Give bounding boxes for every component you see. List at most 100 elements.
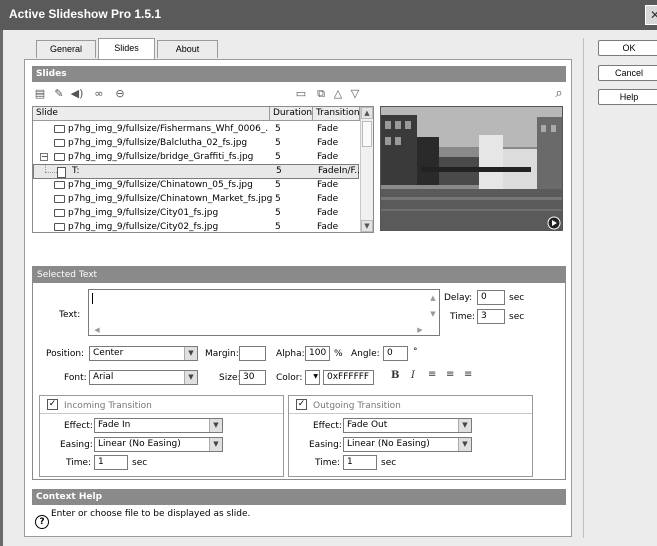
scroll-down-icon[interactable]: ▼: [361, 220, 373, 232]
folder-icon: [54, 223, 65, 231]
chevron-down-icon: ▼: [458, 438, 471, 451]
move-up-icon[interactable]: △: [330, 86, 346, 102]
font-select[interactable]: Arial ▼: [89, 370, 198, 385]
list-scrollbar[interactable]: ▲ ▼: [360, 107, 373, 232]
text-area[interactable]: ▲ ▼ ◀ ▶: [88, 289, 440, 336]
sound-icon[interactable]: ◀): [69, 86, 85, 102]
slide-duration: 5: [275, 138, 281, 148]
table-row[interactable]: p7hg_img_9/fullsize/Chinatown_Market_fs.…: [33, 192, 359, 206]
folder-icon: [54, 195, 65, 203]
color-picker-icon: ▼: [313, 373, 318, 380]
incoming-easing-select[interactable]: Linear (No Easing) ▼: [94, 437, 223, 452]
edit-icon[interactable]: ✎: [51, 86, 67, 102]
outgoing-easing-select[interactable]: Linear (No Easing) ▼: [343, 437, 472, 452]
text-scroll-right-icon[interactable]: ▶: [415, 324, 425, 334]
position-value: Center: [93, 348, 124, 358]
tree-line: [45, 165, 46, 172]
table-row[interactable]: p7hg_img_9/fullsize/City02_fs.jpg 5 Fade: [33, 220, 359, 232]
scroll-up-icon[interactable]: ▲: [361, 107, 373, 119]
cancel-button[interactable]: Cancel: [598, 65, 657, 81]
slide-list[interactable]: Slide Duration Transition p7hg_img_9/ful…: [32, 106, 374, 233]
ok-button[interactable]: OK: [598, 40, 657, 56]
outgoing-effect-select[interactable]: Fade Out ▼: [343, 418, 472, 433]
text-scroll-down-icon[interactable]: ▼: [428, 308, 438, 318]
tree-line: [45, 172, 57, 173]
move-down-icon[interactable]: ▽: [347, 86, 363, 102]
folder-icon: [54, 125, 65, 133]
alpha-input[interactable]: 100: [305, 346, 330, 361]
help-button[interactable]: Help: [598, 89, 657, 105]
size-input[interactable]: 30: [239, 370, 266, 385]
selected-text-panel: Selected Text Text: ▲ ▼ ◀ ▶ Delay: 0 sec…: [32, 266, 566, 480]
column-slide[interactable]: Slide: [33, 107, 270, 120]
slide-duration: 5: [275, 222, 281, 232]
table-row[interactable]: p7hg_img_9/fullsize/Chinatown_05_fs.jpg …: [33, 178, 359, 192]
italic-button[interactable]: I: [411, 370, 415, 381]
text-cursor: [92, 293, 93, 304]
outgoing-time-label: Time:: [315, 458, 341, 468]
angle-label: Angle:: [351, 349, 380, 359]
list-header: Slide Duration Transition: [33, 107, 373, 121]
slide-transition: Fade: [317, 180, 339, 190]
size-label: Size:: [219, 373, 241, 383]
margin-input[interactable]: [239, 346, 266, 361]
slide-transition: Fade: [317, 222, 339, 232]
context-help-text: Enter or choose file to be displayed as …: [51, 509, 251, 519]
folder-icon: [54, 153, 65, 161]
color-input[interactable]: 0xFFFFFF: [323, 370, 374, 385]
table-row[interactable]: − p7hg_img_9/fullsize/bridge_Graffiti_fs…: [33, 150, 359, 164]
slide-name: p7hg_img_9/fullsize/bridge_Graffiti_fs.j…: [68, 152, 254, 162]
slide-transition: Fade: [317, 208, 339, 218]
angle-input[interactable]: 0: [383, 346, 408, 361]
color-swatch[interactable]: ▼: [305, 370, 320, 385]
incoming-time-input[interactable]: 1: [94, 455, 128, 470]
preview-photo: [381, 107, 562, 230]
link-icon[interactable]: ∞: [91, 86, 107, 102]
delay-input[interactable]: 0: [477, 290, 505, 305]
add-slide-icon[interactable]: ▤: [32, 86, 48, 102]
slide-duration: 5: [275, 152, 281, 162]
scroll-thumb[interactable]: [362, 121, 372, 147]
incoming-time-unit: sec: [132, 458, 148, 468]
column-duration[interactable]: Duration: [270, 107, 313, 120]
table-row[interactable]: p7hg_img_9/fullsize/Balclutha_02_fs.jpg …: [33, 136, 359, 150]
slide-duration: 5: [275, 124, 281, 134]
table-row[interactable]: p7hg_img_9/fullsize/Fishermans_Whf_0006_…: [33, 122, 359, 136]
remove-icon[interactable]: ⊖: [112, 86, 128, 102]
slide-transition: Fade: [317, 124, 339, 134]
align-center-icon[interactable]: ≡: [446, 369, 454, 380]
slide-transition: Fade: [317, 138, 339, 148]
chevron-down-icon: ▼: [458, 419, 471, 432]
folder-icon[interactable]: ▭: [293, 86, 309, 102]
column-transition[interactable]: Transition: [313, 107, 360, 120]
table-row-selected[interactable]: T: 5 FadeIn/F...: [33, 164, 363, 179]
incoming-checkbox[interactable]: ✓: [47, 399, 58, 410]
tab-general[interactable]: General: [36, 40, 96, 58]
margin-label: Margin:: [205, 349, 239, 359]
time-unit: sec: [509, 312, 525, 322]
align-left-icon[interactable]: ≡: [428, 369, 436, 380]
position-select[interactable]: Center ▼: [89, 346, 198, 361]
tab-about[interactable]: About: [157, 40, 218, 58]
slide-preview-image: [380, 106, 563, 231]
text-scroll-up-icon[interactable]: ▲: [428, 292, 438, 302]
alpha-unit: %: [334, 349, 343, 359]
slide-name: p7hg_img_9/fullsize/City02_fs.jpg: [68, 222, 219, 232]
tab-slides[interactable]: Slides: [98, 38, 155, 59]
slide-name: p7hg_img_9/fullsize/City01_fs.jpg: [68, 208, 219, 218]
slide-transition: Fade: [317, 194, 339, 204]
outgoing-time-input[interactable]: 1: [343, 455, 377, 470]
table-row[interactable]: p7hg_img_9/fullsize/City01_fs.jpg 5 Fade: [33, 206, 359, 220]
outgoing-time-unit: sec: [381, 458, 397, 468]
bold-button[interactable]: B: [391, 370, 399, 381]
text-scroll-left-icon[interactable]: ◀: [92, 324, 102, 334]
close-icon[interactable]: ✕: [645, 5, 657, 25]
incoming-effect-select[interactable]: Fade In ▼: [94, 418, 223, 433]
font-label: Font:: [64, 373, 87, 383]
import-icon[interactable]: ⧉: [313, 86, 329, 102]
time-input[interactable]: 3: [477, 309, 505, 324]
collapse-icon[interactable]: −: [40, 153, 48, 161]
search-icon[interactable]: ⌕: [551, 86, 567, 102]
outgoing-checkbox[interactable]: ✓: [296, 399, 307, 410]
align-right-icon[interactable]: ≡: [464, 369, 472, 380]
